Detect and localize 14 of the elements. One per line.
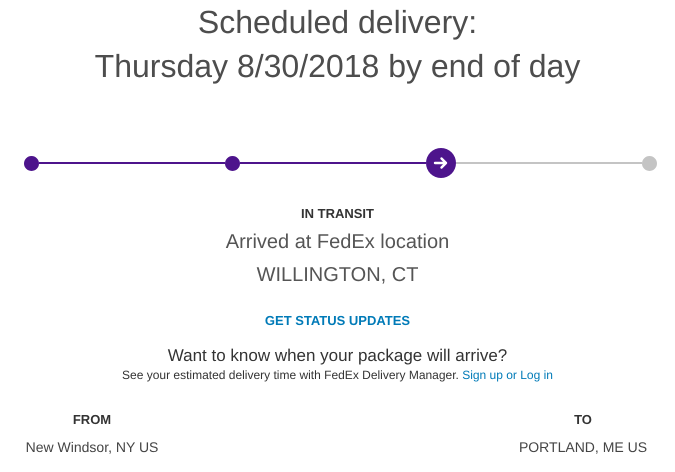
status-label: IN TRANSIT (301, 206, 374, 221)
promo-title: Want to know when your package will arrive? (168, 346, 508, 366)
route-label: TO (574, 412, 592, 427)
route-place: New Windsor, NY US (26, 439, 158, 455)
route-place: PORTLAND, ME US (518, 439, 648, 455)
status-location: WILLINGTON, CT (256, 264, 418, 287)
sign-up-link[interactable]: Sign up or Log in (462, 368, 553, 382)
status-event: Arrived at FedEx location (226, 231, 450, 254)
delivery-heading: Thursday 8/30/2018 by end of day (94, 47, 580, 86)
route-label: FROM (72, 412, 112, 427)
arrow-icon (433, 155, 449, 171)
delivery-heading: Scheduled delivery: (198, 3, 478, 42)
promo-text: See your estimated delivery time with FedEx Delivery Manager. (122, 368, 459, 382)
status-updates-link[interactable]: GET STATUS UPDATES (264, 313, 410, 328)
